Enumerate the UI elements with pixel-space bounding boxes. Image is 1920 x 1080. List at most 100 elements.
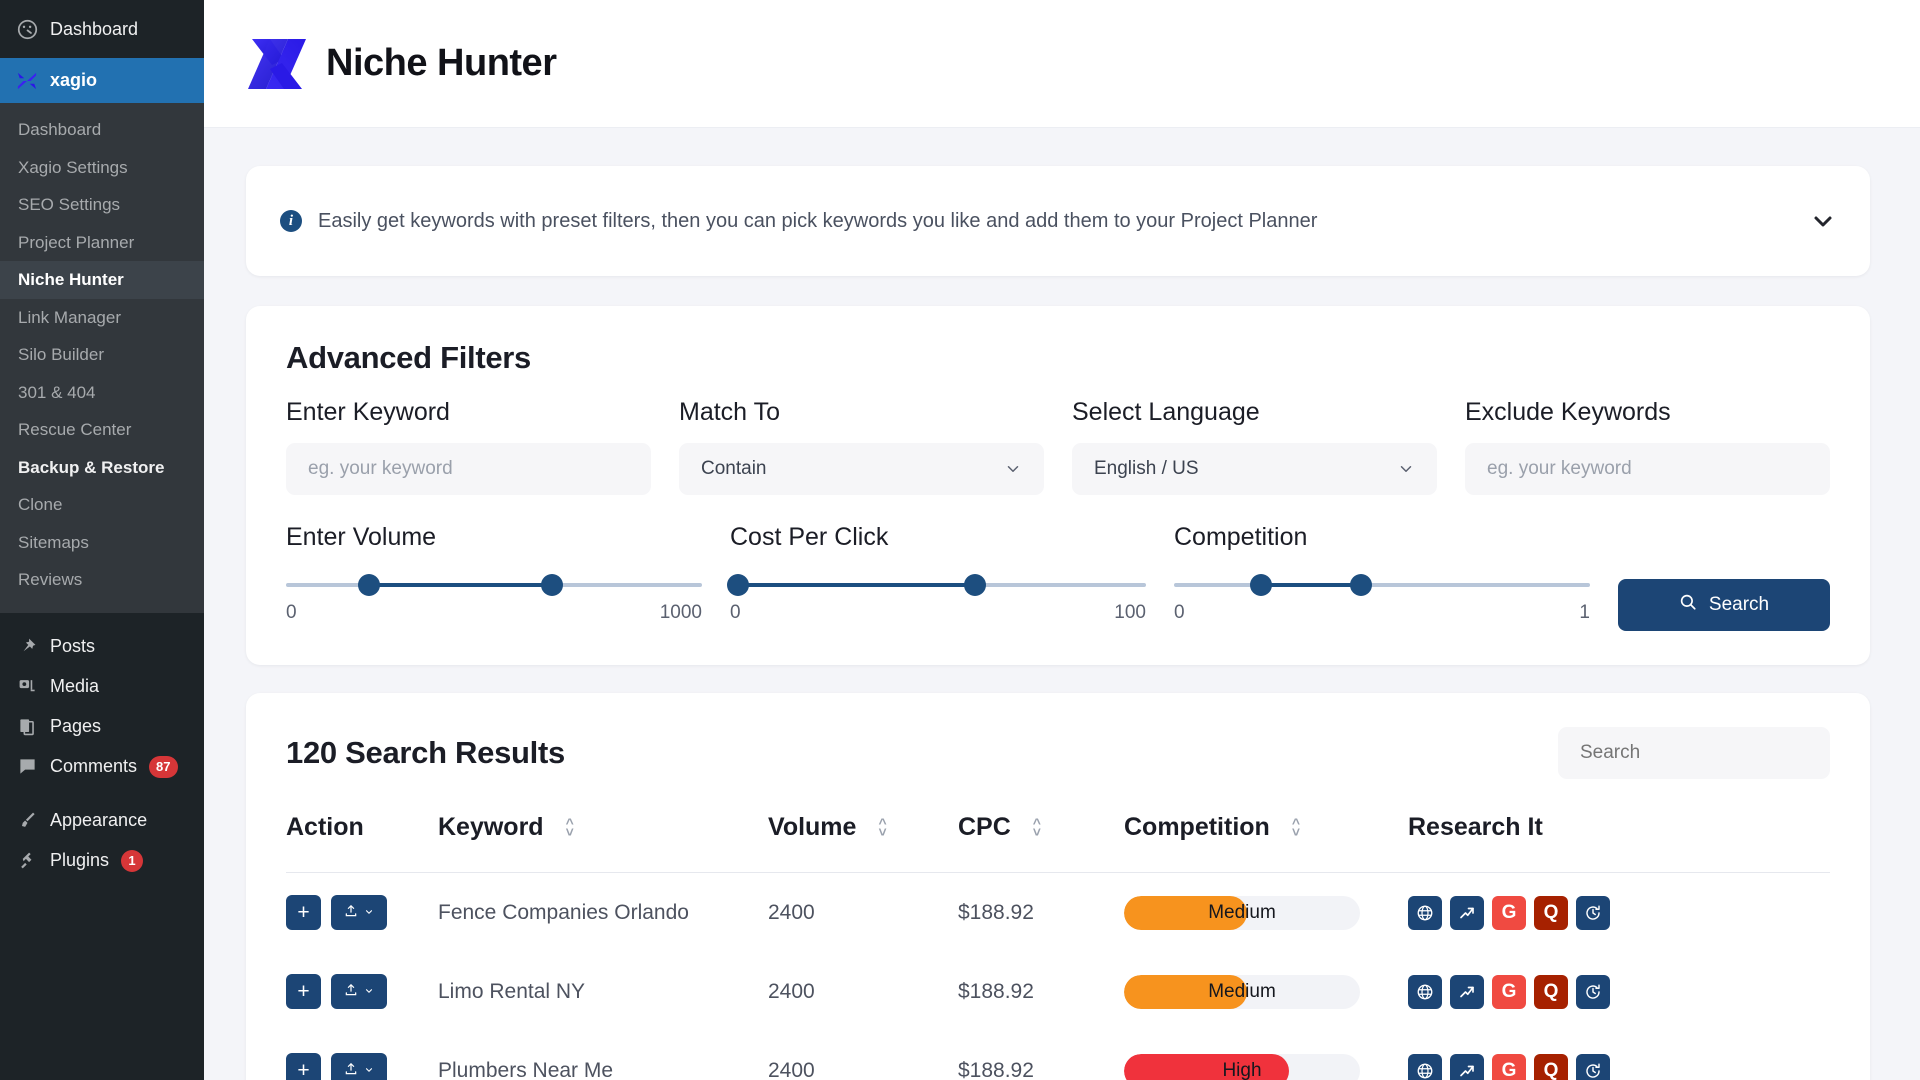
competition-bar: Medium — [1124, 974, 1360, 1009]
content-area: i Easily get keywords with preset filter… — [204, 128, 1920, 1080]
trending-up-icon[interactable] — [1450, 895, 1484, 930]
sidebar-item-plugins[interactable]: Plugins 1 — [0, 841, 204, 881]
sort-icon[interactable]: ^ ˅ — [1033, 816, 1041, 838]
volume-slider-thumb-max[interactable] — [541, 574, 564, 596]
exclude-label: Exclude Keywords — [1465, 398, 1671, 426]
column-keyword[interactable]: Keyword ^ ˅ — [438, 813, 768, 873]
search-button[interactable]: Search — [1618, 579, 1830, 631]
keyword-input[interactable] — [286, 443, 651, 495]
exclude-keywords-input[interactable] — [1465, 443, 1830, 495]
row-action-buttons: + — [286, 1053, 438, 1080]
sidebar-media-label: Media — [50, 676, 100, 696]
research-icon-group: GQ — [1408, 895, 1830, 930]
sidebar-item-dashboard[interactable]: Dashboard — [0, 111, 204, 149]
sidebar-pages-label: Pages — [50, 716, 102, 736]
pages-icon — [16, 716, 38, 738]
volume-slider[interactable] — [286, 574, 702, 596]
match-to-value: Contain — [701, 458, 767, 479]
sidebar-item-wp-dashboard[interactable]: Dashboard — [0, 0, 204, 58]
xagio-x-logo-icon — [244, 33, 310, 95]
volume-label: Enter Volume — [286, 523, 437, 551]
sidebar-item-pages[interactable]: Pages — [0, 707, 204, 747]
cpc-slider[interactable] — [727, 574, 1146, 596]
history-clock-icon[interactable] — [1576, 974, 1610, 1009]
sidebar-item-appearance[interactable]: Appearance — [0, 801, 204, 841]
sidebar-item-posts[interactable]: Posts — [0, 627, 204, 667]
cpc-slider-thumb-min[interactable] — [727, 574, 750, 596]
cell-competition: Medium — [1124, 873, 1408, 953]
cpc-slider-thumb-max[interactable] — [964, 574, 987, 596]
add-keyword-button[interactable]: + — [286, 1053, 321, 1080]
sidebar-item-sitemaps[interactable]: Sitemaps — [0, 524, 204, 562]
match-to-select[interactable]: Contain — [679, 443, 1044, 495]
globe-icon[interactable] — [1408, 974, 1442, 1009]
upload-icon — [344, 983, 358, 1000]
quora-q-icon[interactable]: Q — [1534, 1053, 1568, 1080]
globe-icon[interactable] — [1408, 1053, 1442, 1080]
results-search-input[interactable] — [1558, 727, 1830, 779]
google-g-icon[interactable]: G — [1492, 974, 1526, 1009]
trending-up-icon[interactable] — [1450, 1053, 1484, 1080]
slider-range-fill — [369, 583, 553, 587]
sidebar-item-xagio[interactable]: xagio — [0, 58, 204, 103]
filters-inputs-row: Enter Keyword Match To Contain S — [286, 398, 1830, 495]
history-clock-icon[interactable] — [1576, 1053, 1610, 1080]
comments-count-badge: 87 — [149, 755, 178, 778]
xagio-logo-icon — [16, 70, 38, 92]
sidebar-item-reviews[interactable]: Reviews — [0, 561, 204, 599]
sort-icon[interactable]: ^ ˅ — [878, 816, 886, 838]
google-g-icon[interactable]: G — [1492, 1053, 1526, 1080]
volume-slider-thumb-min[interactable] — [358, 574, 381, 596]
sidebar-item-media[interactable]: Media — [0, 667, 204, 707]
sidebar-item-xagio-settings[interactable]: Xagio Settings — [0, 149, 204, 187]
sidebar-item-seo-settings[interactable]: SEO Settings — [0, 186, 204, 224]
language-select[interactable]: English / US — [1072, 443, 1437, 495]
quora-q-icon[interactable]: Q — [1534, 974, 1568, 1009]
competition-min-label: 0 — [1174, 602, 1185, 623]
wordpress-core-menu: Posts Media Pages Comments 87 Appearance… — [0, 613, 204, 881]
results-table-body: + Fence Companies Orlando 2400 $188.92 Mediu… — [286, 873, 1830, 1080]
quora-q-icon[interactable]: Q — [1534, 895, 1568, 930]
google-g-icon[interactable]: G — [1492, 895, 1526, 930]
competition-slider-thumb-max[interactable] — [1350, 574, 1373, 596]
competition-slider[interactable] — [1174, 574, 1590, 596]
chevron-down-icon[interactable] — [1810, 208, 1836, 234]
results-header: 120 Search Results — [286, 727, 1830, 779]
search-icon — [1679, 593, 1697, 617]
advanced-filters-title: Advanced Filters — [286, 340, 532, 375]
add-keyword-button[interactable]: + — [286, 895, 321, 930]
competition-slider-thumb-min[interactable] — [1250, 574, 1273, 596]
sidebar-item-comments[interactable]: Comments 87 — [0, 747, 204, 787]
sidebar-item-silo-builder[interactable]: Silo Builder — [0, 336, 204, 374]
column-cpc[interactable]: CPC ^ ˅ — [958, 813, 1124, 873]
info-banner: i Easily get keywords with preset filter… — [246, 166, 1870, 276]
sidebar-item-project-planner[interactable]: Project Planner — [0, 224, 204, 262]
chevron-down-icon — [364, 1063, 374, 1078]
cell-action: + — [286, 952, 438, 1031]
sort-icon[interactable]: ^ ˅ — [566, 816, 574, 838]
column-volume[interactable]: Volume ^ ˅ — [768, 813, 958, 873]
export-keyword-button[interactable] — [331, 1053, 387, 1080]
sidebar-item-link-manager[interactable]: Link Manager — [0, 299, 204, 337]
column-competition[interactable]: Competition ^ ˅ — [1124, 813, 1408, 873]
sidebar-item-301-404[interactable]: 301 & 404 — [0, 374, 204, 412]
filter-keyword-group: Enter Keyword — [286, 398, 651, 495]
sidebar-item-backup-restore[interactable]: Backup & Restore — [0, 449, 204, 487]
slider-range-fill — [1261, 583, 1362, 587]
trending-up-icon[interactable] — [1450, 974, 1484, 1009]
filter-language-group: Select Language English / US — [1072, 398, 1437, 495]
wordpress-admin-sidebar: Dashboard xagio Dashboard Xagio Settings… — [0, 0, 204, 1080]
volume-min-label: 0 — [286, 602, 297, 623]
competition-slider-group: Competition 0 1 — [1174, 523, 1590, 624]
sort-icon[interactable]: ^ ˅ — [1292, 816, 1300, 838]
sidebar-item-niche-hunter[interactable]: Niche Hunter — [0, 261, 204, 299]
export-keyword-button[interactable] — [331, 974, 387, 1009]
add-keyword-button[interactable]: + — [286, 974, 321, 1009]
xagio-submenu: Dashboard Xagio Settings SEO Settings Pr… — [0, 103, 204, 613]
sidebar-item-rescue-center[interactable]: Rescue Center — [0, 411, 204, 449]
history-clock-icon[interactable] — [1576, 895, 1610, 930]
export-keyword-button[interactable] — [331, 895, 387, 930]
sidebar-item-clone[interactable]: Clone — [0, 486, 204, 524]
competition-max-label: 1 — [1579, 602, 1590, 623]
globe-icon[interactable] — [1408, 895, 1442, 930]
